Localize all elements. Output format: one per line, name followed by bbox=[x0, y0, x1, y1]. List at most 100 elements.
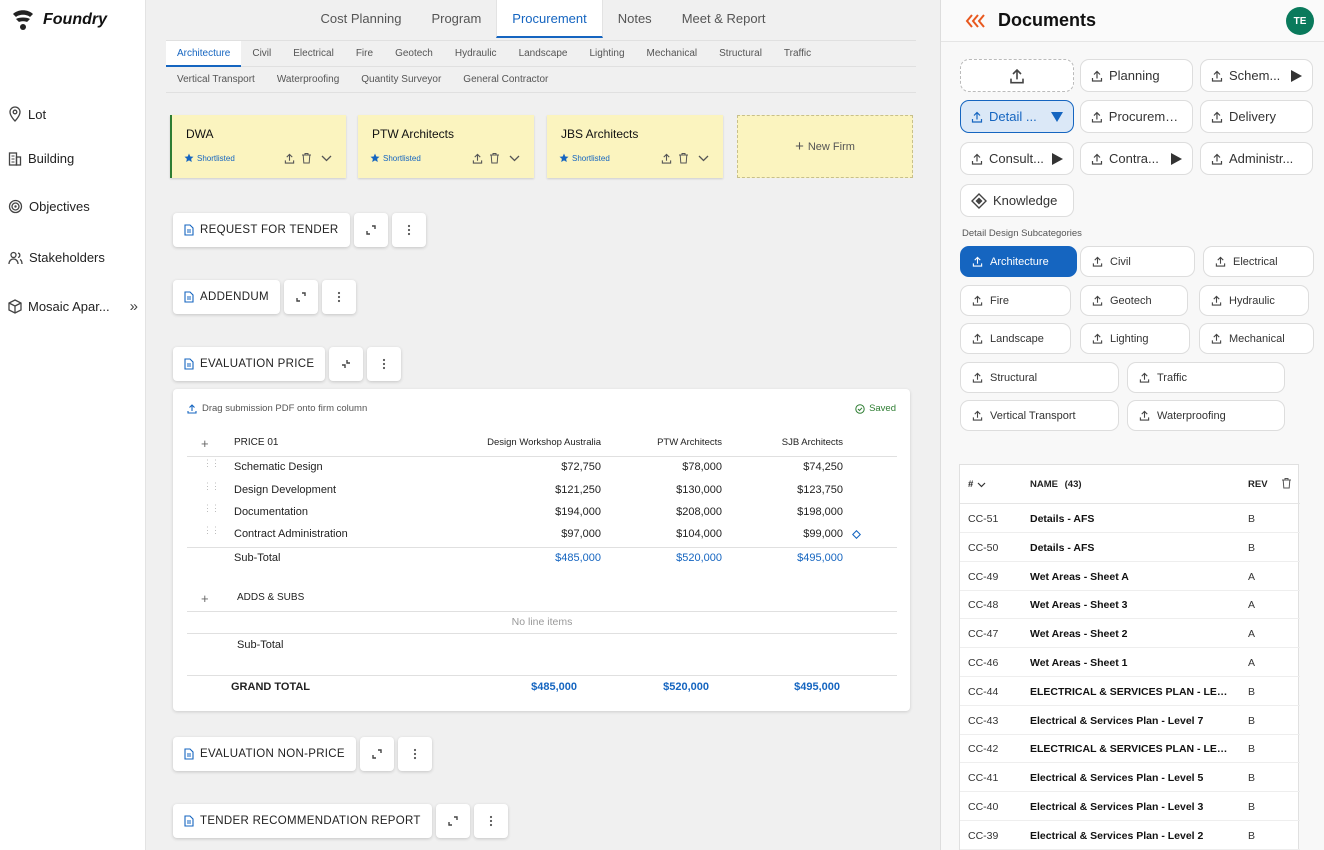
more-button[interactable] bbox=[321, 280, 356, 314]
expand-button[interactable] bbox=[435, 804, 470, 838]
tab-notes[interactable]: Notes bbox=[603, 0, 667, 38]
doc-category-contra[interactable]: Contra... bbox=[1080, 142, 1193, 175]
line-item-value[interactable]: $78,000 bbox=[682, 461, 722, 473]
subtab-vertical-transport[interactable]: Vertical Transport bbox=[166, 67, 266, 93]
doc-category-delivery[interactable]: Delivery bbox=[1200, 100, 1313, 133]
tab-procurement[interactable]: Procurement bbox=[496, 0, 603, 38]
nav-item-objectives[interactable]: Objectives bbox=[8, 199, 138, 214]
subcategory-landscape[interactable]: Landscape bbox=[960, 323, 1071, 354]
drag-handle-icon[interactable]: ⋮⋮ bbox=[203, 526, 220, 535]
subtab-quantity-surveyor[interactable]: Quantity Surveyor bbox=[350, 67, 452, 93]
subcategory-fire[interactable]: Fire bbox=[960, 285, 1071, 316]
tab-meet-report[interactable]: Meet & Report bbox=[667, 0, 781, 38]
drag-handle-icon[interactable]: ⋮⋮ bbox=[203, 482, 220, 491]
add-row-icon[interactable]: + bbox=[201, 436, 209, 451]
doc-category-upload[interactable] bbox=[960, 59, 1074, 92]
trash-icon[interactable] bbox=[1281, 477, 1292, 489]
subtab-general-contractor[interactable]: General Contractor bbox=[452, 67, 559, 93]
line-item-label[interactable]: Documentation bbox=[234, 506, 308, 518]
drag-handle-icon[interactable]: ⋮⋮ bbox=[203, 504, 220, 513]
subtab-electrical[interactable]: Electrical bbox=[282, 41, 345, 67]
subtab-geotech[interactable]: Geotech bbox=[384, 41, 444, 67]
evaluation-price-button[interactable]: EVALUATION PRICE bbox=[173, 347, 326, 381]
collapse-button[interactable] bbox=[329, 347, 364, 381]
evaluation-non-price-button[interactable]: EVALUATION NON-PRICE bbox=[173, 737, 356, 771]
table-row[interactable]: CC-43 Electrical & Services Plan - Level … bbox=[960, 706, 1300, 735]
firm-card[interactable]: JBS Architects Shortlisted bbox=[547, 115, 723, 178]
table-row[interactable]: CC-49 Wet Areas - Sheet A A bbox=[960, 562, 1300, 591]
trash-icon[interactable] bbox=[678, 152, 689, 164]
line-item-label[interactable]: Contract Administration bbox=[234, 528, 348, 540]
firm-card[interactable]: PTW Architects Shortlisted bbox=[358, 115, 534, 178]
line-item-value[interactable]: $208,000 bbox=[676, 506, 722, 518]
doc-category-schem[interactable]: Schem... bbox=[1200, 59, 1313, 92]
table-row[interactable]: CC-41 Electrical & Services Plan - Level … bbox=[960, 763, 1300, 793]
expand-button[interactable] bbox=[359, 737, 394, 771]
line-item-value[interactable]: $123,750 bbox=[797, 484, 843, 496]
line-item-value[interactable]: $99,000 bbox=[803, 528, 843, 540]
subtab-mechanical[interactable]: Mechanical bbox=[636, 41, 709, 67]
nav-item-stakeholders[interactable]: Stakeholders bbox=[8, 250, 138, 265]
subcategory-hydraulic[interactable]: Hydraulic bbox=[1199, 285, 1309, 316]
doc-category-procureme[interactable]: Procureme... bbox=[1080, 100, 1193, 133]
line-item-value[interactable]: $72,750 bbox=[561, 461, 601, 473]
sort-number-header[interactable]: # bbox=[968, 479, 986, 490]
more-button[interactable] bbox=[391, 213, 426, 247]
subtab-civil[interactable]: Civil bbox=[241, 41, 282, 67]
trash-icon[interactable] bbox=[301, 152, 312, 164]
doc-category-detail[interactable]: Detail ... bbox=[960, 100, 1074, 133]
user-avatar[interactable]: TE bbox=[1286, 7, 1314, 35]
firm-card[interactable]: DWA Shortlisted bbox=[170, 115, 346, 178]
nav-item-lot[interactable]: Lot bbox=[8, 106, 138, 122]
table-row[interactable]: CC-48 Wet Areas - Sheet 3 A bbox=[960, 590, 1300, 620]
line-item-value[interactable]: $198,000 bbox=[797, 506, 843, 518]
drag-handle-icon[interactable]: ⋮⋮ bbox=[203, 459, 220, 468]
expand-button[interactable] bbox=[283, 280, 318, 314]
nav-item-building[interactable]: Building bbox=[8, 151, 138, 166]
subcategory-lighting[interactable]: Lighting bbox=[1080, 323, 1190, 354]
collapse-panel-icon[interactable] bbox=[965, 14, 987, 28]
subtab-waterproofing[interactable]: Waterproofing bbox=[266, 67, 350, 93]
subcategory-civil[interactable]: Civil bbox=[1080, 246, 1195, 277]
doc-category-planning[interactable]: Planning bbox=[1080, 59, 1193, 92]
addendum-button[interactable]: ADDENDUM bbox=[173, 280, 280, 314]
upload-icon[interactable] bbox=[284, 153, 295, 164]
subtab-lighting[interactable]: Lighting bbox=[579, 41, 636, 67]
chevron-down-icon[interactable] bbox=[321, 155, 332, 162]
diamond-icon[interactable] bbox=[852, 530, 861, 539]
subtab-fire[interactable]: Fire bbox=[345, 41, 384, 67]
table-row[interactable]: CC-42 ELECTRICAL & SERVICES PLAN - LEVEL … bbox=[960, 734, 1300, 764]
upload-icon[interactable] bbox=[472, 153, 483, 164]
table-row[interactable]: CC-39 Electrical & Services Plan - Level … bbox=[960, 821, 1300, 850]
expand-chevron-icon[interactable]: » bbox=[130, 298, 138, 315]
chevron-down-icon[interactable] bbox=[698, 155, 709, 162]
subcategory-traffic[interactable]: Traffic bbox=[1127, 362, 1285, 393]
upload-icon[interactable] bbox=[661, 153, 672, 164]
tab-cost-planning[interactable]: Cost Planning bbox=[305, 0, 416, 38]
subcategory-mechanical[interactable]: Mechanical bbox=[1199, 323, 1314, 354]
add-row-icon[interactable]: + bbox=[201, 591, 209, 606]
line-item-value[interactable]: $194,000 bbox=[555, 506, 601, 518]
subcategory-architecture[interactable]: Architecture bbox=[960, 246, 1077, 277]
table-row[interactable]: CC-50 Details - AFS B bbox=[960, 533, 1300, 562]
subtab-hydraulic[interactable]: Hydraulic bbox=[444, 41, 508, 67]
line-item-label[interactable]: Design Development bbox=[234, 484, 336, 496]
doc-category-administr[interactable]: Administr... bbox=[1200, 142, 1313, 175]
nav-item-project[interactable]: Mosaic Apar... » bbox=[8, 298, 138, 315]
request-for-tender-button[interactable]: REQUEST FOR TENDER bbox=[173, 213, 350, 247]
line-item-value[interactable]: $104,000 bbox=[676, 528, 722, 540]
line-item-value[interactable]: $74,250 bbox=[803, 461, 843, 473]
app-logo[interactable]: Foundry bbox=[10, 8, 107, 32]
table-row[interactable]: CC-51 Details - AFS B bbox=[960, 504, 1300, 533]
trash-icon[interactable] bbox=[489, 152, 500, 164]
tab-program[interactable]: Program bbox=[416, 0, 496, 38]
line-item-label[interactable]: Schematic Design bbox=[234, 461, 323, 473]
chevron-down-icon[interactable] bbox=[509, 155, 520, 162]
subcategory-vertical-transport[interactable]: Vertical Transport bbox=[960, 400, 1119, 431]
table-row[interactable]: CC-47 Wet Areas - Sheet 2 A bbox=[960, 619, 1300, 649]
more-button[interactable] bbox=[397, 737, 432, 771]
line-item-value[interactable]: $130,000 bbox=[676, 484, 722, 496]
doc-category-knowledge[interactable]: Knowledge bbox=[960, 184, 1074, 217]
subcategory-waterproofing[interactable]: Waterproofing bbox=[1127, 400, 1285, 431]
line-item-value[interactable]: $121,250 bbox=[555, 484, 601, 496]
